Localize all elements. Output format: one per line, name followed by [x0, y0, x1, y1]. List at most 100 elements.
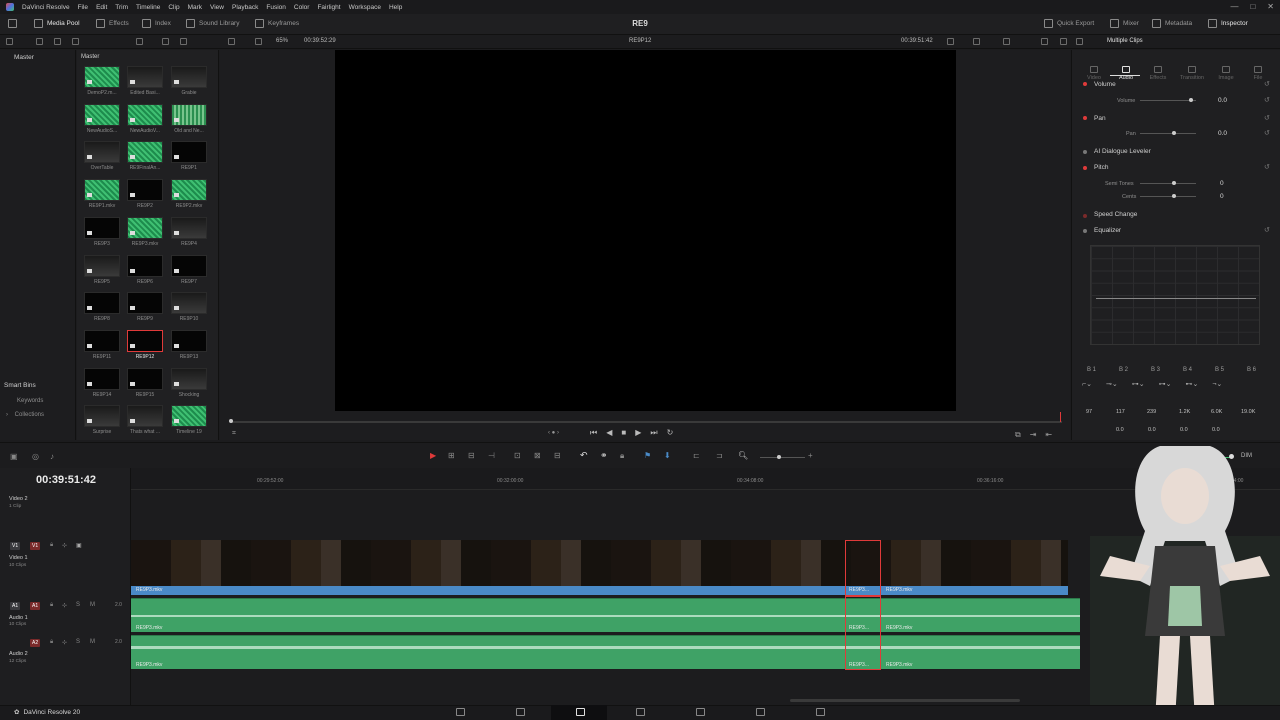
auto-select-icon[interactable]: ⊹	[62, 542, 67, 549]
go-to-end-icon[interactable]: ⏭	[650, 428, 657, 438]
viewer-crop-icon[interactable]: ⌗	[232, 430, 236, 438]
menu-fairlight[interactable]: Fairlight	[313, 4, 344, 11]
next-edit-icon[interactable]: ⇥	[1030, 430, 1037, 440]
eq-band-3-label[interactable]: B 3	[1151, 367, 1160, 373]
metadata-button[interactable]: Metadata	[1152, 19, 1192, 28]
track-visibility-icon[interactable]: ▣	[76, 542, 82, 549]
track-video-2-name[interactable]: Video 2	[9, 496, 28, 502]
audio-meter-icon[interactable]: ◎	[32, 452, 39, 461]
fullscreen-icon[interactable]	[1060, 38, 1067, 45]
media-pool-button[interactable]: Media Pool	[34, 19, 80, 28]
track-video-1-name[interactable]: Video 1	[9, 555, 28, 561]
eq-freq-5[interactable]: 6.0K	[1211, 409, 1222, 415]
track-audio-2-name[interactable]: Audio 2	[9, 651, 28, 657]
eq-gain-5[interactable]: 0.0	[1212, 427, 1220, 433]
audio-1-clip[interactable]	[131, 598, 1080, 632]
equalizer-graph[interactable]	[1090, 245, 1260, 345]
volume-enable-toggle[interactable]	[1083, 82, 1087, 86]
volume-reset-icon[interactable]: ↺	[1264, 80, 1270, 88]
media-clip-thumbnail[interactable]	[171, 405, 207, 427]
audio-2-clip[interactable]	[131, 635, 1080, 669]
timeline-view-options-icon[interactable]: ▣	[10, 452, 18, 461]
media-clip-thumbnail[interactable]	[171, 368, 207, 390]
media-clip-thumbnail[interactable]	[84, 292, 120, 314]
index-button[interactable]: Index	[142, 19, 171, 28]
media-clip-thumbnail[interactable]	[84, 179, 120, 201]
track-a2-tag[interactable]: A2	[30, 639, 41, 647]
media-clip-thumbnail[interactable]	[127, 104, 163, 126]
media-clip-thumbnail[interactable]	[127, 141, 163, 163]
equalizer-toggle[interactable]	[1083, 229, 1087, 233]
mixer-button[interactable]: Mixer	[1110, 19, 1139, 28]
auto-select-icon[interactable]: ⊹	[62, 602, 67, 609]
menu-clip[interactable]: Clip	[164, 4, 183, 11]
pan-enable-toggle[interactable]	[1083, 116, 1087, 120]
maximize-button[interactable]: □	[1250, 2, 1255, 11]
tab-transition[interactable]: Transition	[1180, 66, 1204, 81]
quick-export-button[interactable]: Quick Export	[1044, 19, 1094, 28]
media-clip-thumbnail[interactable]	[171, 330, 207, 352]
media-clip-thumbnail[interactable]	[171, 292, 207, 314]
volume-slider[interactable]	[1140, 100, 1196, 101]
media-clip-thumbnail[interactable]	[171, 141, 207, 163]
media-clip-thumbnail[interactable]	[171, 66, 207, 88]
semitones-slider[interactable]	[1140, 183, 1196, 184]
play-reverse-icon[interactable]: ◀	[606, 428, 612, 438]
dual-viewer-icon[interactable]	[1041, 38, 1048, 45]
media-clip-thumbnail[interactable]	[127, 255, 163, 277]
media-clip-thumbnail[interactable]	[84, 330, 120, 352]
media-clip-thumbnail[interactable]	[171, 217, 207, 239]
zoom-slider[interactable]	[760, 457, 805, 458]
tab-image[interactable]: Image	[1214, 66, 1238, 81]
media-clip-thumbnail[interactable]	[171, 255, 207, 277]
pitch-section-title[interactable]: Pitch	[1094, 164, 1108, 171]
media-clip-thumbnail[interactable]	[127, 292, 163, 314]
low-shelf-filter-icon[interactable]: ⊸⌄	[1106, 380, 1118, 388]
insert-clip-icon[interactable]: ⊡	[514, 451, 521, 460]
color-page-icon[interactable]	[696, 708, 705, 716]
volume-param-reset-icon[interactable]: ↺	[1264, 96, 1270, 104]
scrubber-start-handle[interactable]	[229, 419, 233, 423]
media-clip-thumbnail[interactable]	[127, 405, 163, 427]
filter-icon[interactable]	[72, 38, 79, 45]
track-lock-icon[interactable]: 🔒︎	[50, 602, 53, 609]
zoom-slider-knob[interactable]	[777, 455, 781, 459]
media-clip-thumbnail[interactable]	[171, 104, 207, 126]
high-pass-filter-icon[interactable]: ⌐⌄	[1082, 380, 1092, 388]
eq-freq-2[interactable]: 117	[1116, 409, 1125, 415]
close-button[interactable]: ✕	[1267, 2, 1274, 11]
tab-file[interactable]: File	[1246, 66, 1270, 81]
menu-color[interactable]: Color	[290, 4, 314, 11]
snapping-icon[interactable]: ↶	[580, 450, 588, 461]
cents-slider[interactable]	[1140, 196, 1196, 197]
menu-workspace[interactable]: Workspace	[345, 4, 385, 11]
track-a1-tag[interactable]: A1	[10, 602, 21, 610]
track-v1-tag[interactable]: V1	[10, 542, 21, 550]
cents-slider-knob[interactable]	[1172, 194, 1176, 198]
zoom-in-icon[interactable]: +	[808, 451, 813, 460]
stop-icon[interactable]: ■	[621, 428, 626, 438]
replace-clip-icon[interactable]: ⊟	[554, 451, 561, 460]
dialogue-leveler-toggle[interactable]	[1083, 150, 1087, 154]
loop-icon[interactable]: ↻	[667, 428, 674, 438]
media-clip-thumbnail[interactable]	[84, 66, 120, 88]
sound-library-button[interactable]: Sound Library	[186, 19, 239, 28]
menu-fusion[interactable]: Fusion	[262, 4, 290, 11]
safe-area-icon[interactable]	[973, 38, 980, 45]
menu-timeline[interactable]: Timeline	[132, 4, 164, 11]
low-pass-filter-icon[interactable]: ¬⌄	[1212, 380, 1222, 388]
media-page-icon[interactable]	[456, 708, 465, 716]
bell-filter-icon[interactable]: ⊶⌄	[1132, 380, 1145, 388]
viewer-options-icon[interactable]	[255, 38, 262, 45]
deliver-page-icon[interactable]	[816, 708, 825, 716]
mute-button[interactable]: M	[90, 602, 95, 608]
media-clip-thumbnail[interactable]	[84, 405, 120, 427]
sort-icon[interactable]	[54, 38, 61, 45]
prev-edit-icon[interactable]: ⇤	[1045, 430, 1052, 440]
transform-icon[interactable]	[1003, 38, 1010, 45]
selection-tool-icon[interactable]: ▶	[430, 451, 436, 460]
eq-band-5-label[interactable]: B 5	[1215, 367, 1224, 373]
pan-section-title[interactable]: Pan	[1094, 115, 1106, 122]
match-frame-icon[interactable]: ⧉	[1015, 430, 1021, 440]
track-audio-1-name[interactable]: Audio 1	[9, 615, 28, 621]
